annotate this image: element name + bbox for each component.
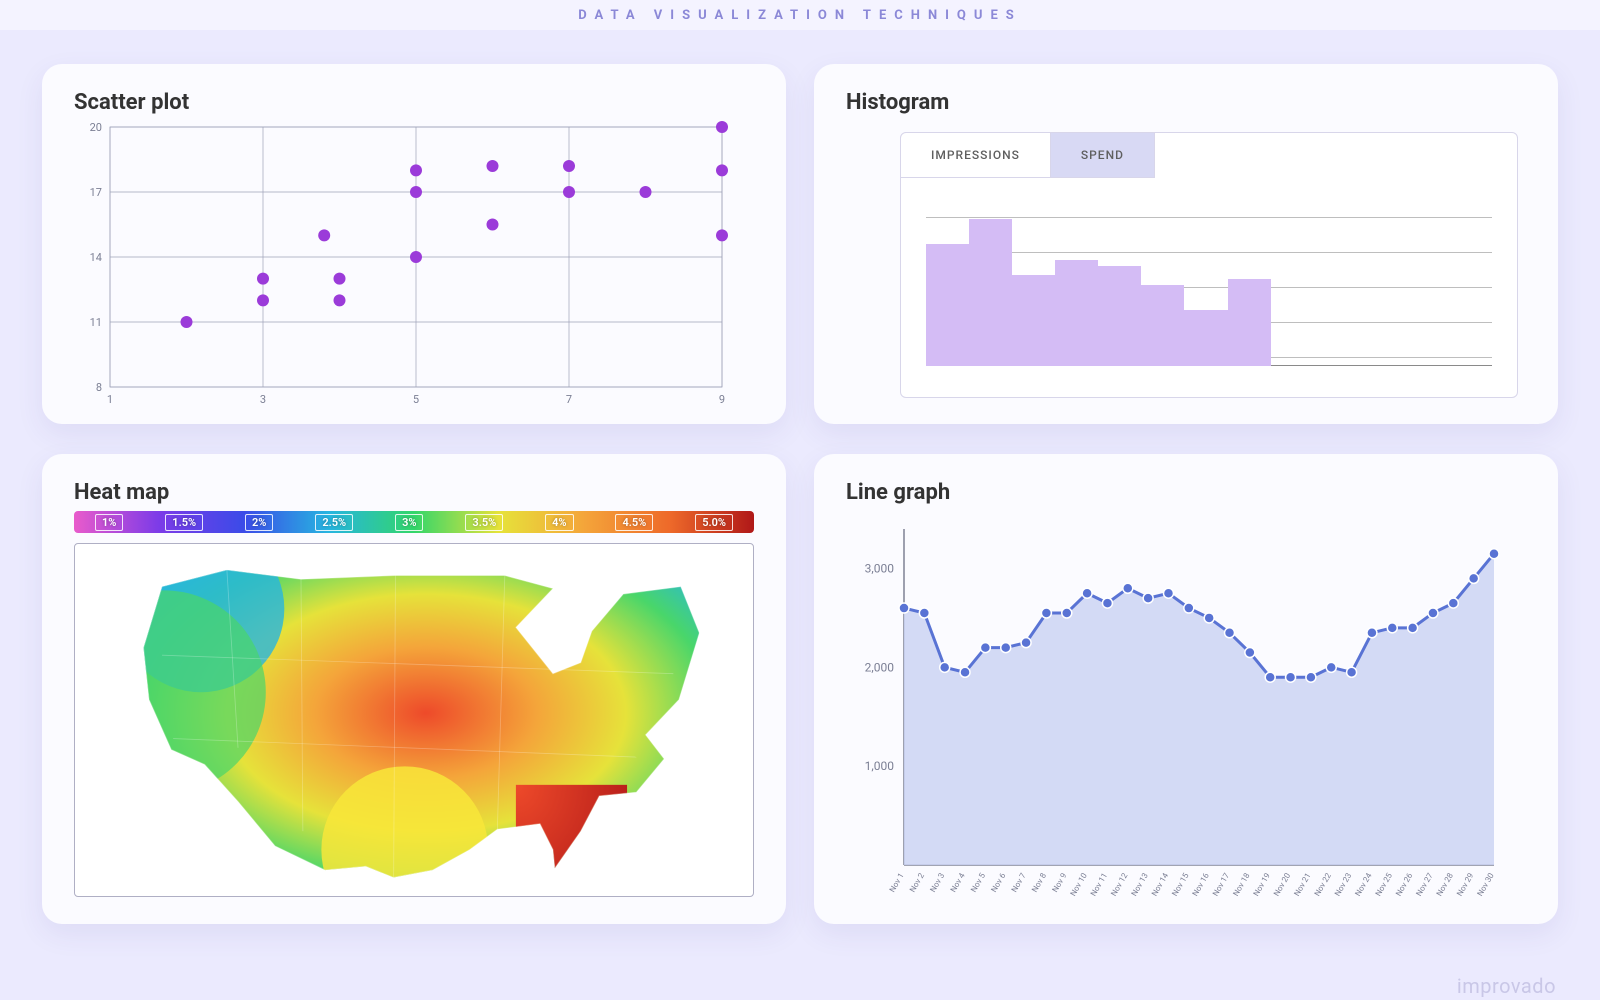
svg-text:Nov 10: Nov 10	[1069, 871, 1090, 898]
line-title: Line graph	[846, 480, 1526, 505]
svg-text:Nov 30: Nov 30	[1475, 871, 1496, 898]
histogram-title: Histogram	[846, 90, 1526, 115]
heatmap-map-frame	[74, 543, 754, 897]
svg-text:Nov 29: Nov 29	[1455, 872, 1475, 898]
svg-text:2,000: 2,000	[865, 660, 895, 674]
svg-text:3,000: 3,000	[865, 562, 895, 576]
histogram-body	[901, 179, 1517, 397]
svg-text:Nov 27: Nov 27	[1414, 871, 1435, 898]
histogram-frame: IMPRESSIONS SPEND	[900, 132, 1518, 398]
scatter-chart: 1 3 5 7 9 8 11 14 17 20	[74, 121, 734, 411]
svg-text:Nov 7: Nov 7	[1010, 871, 1028, 894]
svg-text:9: 9	[719, 393, 725, 406]
page-header: DATA VISUALIZATION TECHNIQUES	[0, 0, 1600, 30]
svg-text:Nov 11: Nov 11	[1089, 872, 1109, 898]
page-header-title: DATA VISUALIZATION TECHNIQUES	[578, 8, 1022, 23]
svg-text:Nov 24: Nov 24	[1353, 871, 1374, 898]
brand-label: improvado	[1457, 974, 1556, 998]
line-card: Line graph 1,0002,0003,000Nov 1Nov 2Nov …	[814, 454, 1558, 924]
svg-text:Nov 9: Nov 9	[1050, 872, 1068, 894]
heatmap-legend-tick: 1.5%	[165, 514, 203, 531]
scatter-card: Scatter plot 1 3 5 7 9 8 11 14 17 20	[42, 64, 786, 424]
svg-text:Nov 23: Nov 23	[1333, 872, 1353, 898]
svg-text:Nov 13: Nov 13	[1130, 872, 1150, 898]
tab-spend[interactable]: SPEND	[1051, 132, 1155, 177]
svg-text:14: 14	[90, 251, 102, 264]
svg-text:1: 1	[107, 393, 113, 406]
svg-text:Nov 4: Nov 4	[949, 871, 967, 894]
heatmap-card: Heat map 1% 1.5% 2% 2.5% 3% 3.5% 4% 4.5% 5.0%	[42, 454, 786, 924]
heatmap-legend-ticks: 1% 1.5% 2% 2.5% 3% 3.5% 4% 4.5% 5.0%	[74, 511, 754, 533]
svg-text:Nov 3: Nov 3	[928, 872, 946, 894]
heatmap-legend-tick: 2.5%	[315, 514, 353, 531]
svg-text:Nov 6: Nov 6	[989, 871, 1007, 894]
svg-text:17: 17	[90, 186, 102, 199]
svg-text:Nov 12: Nov 12	[1109, 871, 1130, 898]
svg-text:Nov 16: Nov 16	[1191, 871, 1212, 898]
svg-text:11: 11	[90, 316, 102, 329]
heatmap-legend: 1% 1.5% 2% 2.5% 3% 3.5% 4% 4.5% 5.0%	[74, 511, 754, 533]
heatmap-legend-tick: 1%	[95, 514, 123, 531]
svg-text:Nov 19: Nov 19	[1252, 872, 1272, 898]
svg-text:Nov 28: Nov 28	[1435, 871, 1456, 898]
chart-grid: Scatter plot 1 3 5 7 9 8 11 14 17 20 Histogram IM…	[0, 30, 1600, 976]
us-map	[75, 544, 753, 896]
heatmap-legend-tick: 2%	[245, 514, 273, 531]
svg-text:Nov 18: Nov 18	[1231, 871, 1252, 898]
svg-text:Nov 15: Nov 15	[1170, 871, 1191, 898]
svg-text:8: 8	[96, 381, 102, 394]
svg-text:Nov 1: Nov 1	[888, 872, 906, 894]
heatmap-legend-tick: 3.5%	[465, 514, 503, 531]
line-chart: 1,000 2,000 3,000 Nov 1Nov 2Nov 3Nov 4Nov 5…	[846, 511, 1506, 911]
heatmap-title: Heat map	[74, 480, 754, 505]
svg-text:Nov 14: Nov 14	[1150, 871, 1171, 898]
scatter-title: Scatter plot	[74, 90, 754, 115]
heatmap-legend-tick: 5.0%	[695, 514, 733, 531]
heatmap-legend-tick: 4%	[545, 514, 573, 531]
svg-text:Nov 22: Nov 22	[1313, 871, 1334, 898]
tab-impressions[interactable]: IMPRESSIONS	[900, 132, 1051, 177]
svg-text:7: 7	[566, 393, 572, 406]
svg-text:Nov 8: Nov 8	[1030, 871, 1048, 894]
svg-text:Nov 20: Nov 20	[1272, 871, 1293, 898]
svg-text:Nov 17: Nov 17	[1211, 871, 1232, 898]
svg-text:Nov 21: Nov 21	[1292, 872, 1312, 898]
svg-text:Nov 25: Nov 25	[1374, 871, 1395, 898]
svg-text:20: 20	[90, 121, 102, 134]
svg-text:3: 3	[260, 393, 266, 406]
svg-text:1,000: 1,000	[865, 759, 895, 773]
svg-text:5: 5	[413, 393, 419, 406]
svg-text:Nov 2: Nov 2	[908, 871, 926, 894]
heatmap-legend-tick: 4.5%	[615, 514, 653, 531]
histogram-tabs: IMPRESSIONS SPEND	[900, 132, 1155, 178]
svg-text:Nov 5: Nov 5	[969, 871, 987, 894]
histogram-card: Histogram IMPRESSIONS SPEND	[814, 64, 1558, 424]
heatmap-legend-tick: 3%	[395, 514, 423, 531]
svg-text:Nov 26: Nov 26	[1394, 871, 1415, 898]
